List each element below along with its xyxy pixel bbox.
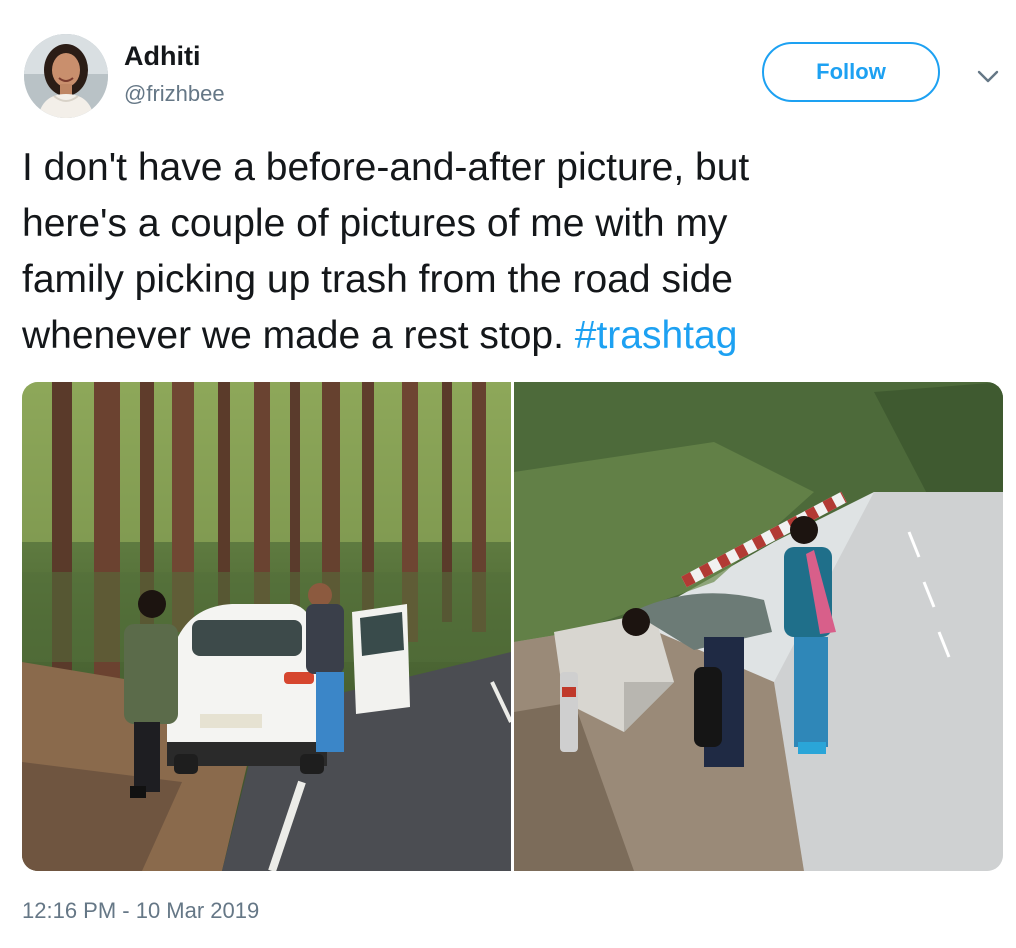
tweet-text-line: I don't have a before-and-after picture,… xyxy=(22,146,750,189)
tweet-text-line: here's a couple of pictures of me with m… xyxy=(22,202,728,245)
author-handle[interactable]: @frizhbee xyxy=(124,80,225,108)
tweet-text-line: whenever we made a rest stop. #trashtag xyxy=(22,308,1002,364)
tweet-text-line: family picking up trash from the road si… xyxy=(22,258,733,301)
profile-photo-icon xyxy=(24,34,108,118)
tweet-text: I don't have a before-and-after picture,… xyxy=(22,140,1002,364)
photo-hill-road[interactable] xyxy=(514,382,1003,871)
hashtag-link[interactable]: #trashtag xyxy=(575,314,738,357)
media-grid xyxy=(22,382,1003,871)
tweet-card: Adhiti @frizhbee Follow I don't have a b… xyxy=(0,0,1016,948)
follow-button[interactable]: Follow xyxy=(762,42,940,102)
tweet-timestamp[interactable]: 12:16 PM - 10 Mar 2019 xyxy=(22,896,259,926)
chevron-down-icon[interactable] xyxy=(974,62,1002,90)
author-display-name[interactable]: Adhiti xyxy=(124,40,200,72)
photo-forest-road[interactable] xyxy=(22,382,511,871)
tweet-text-segment: whenever we made a rest stop. xyxy=(22,314,575,357)
avatar[interactable] xyxy=(24,34,108,118)
